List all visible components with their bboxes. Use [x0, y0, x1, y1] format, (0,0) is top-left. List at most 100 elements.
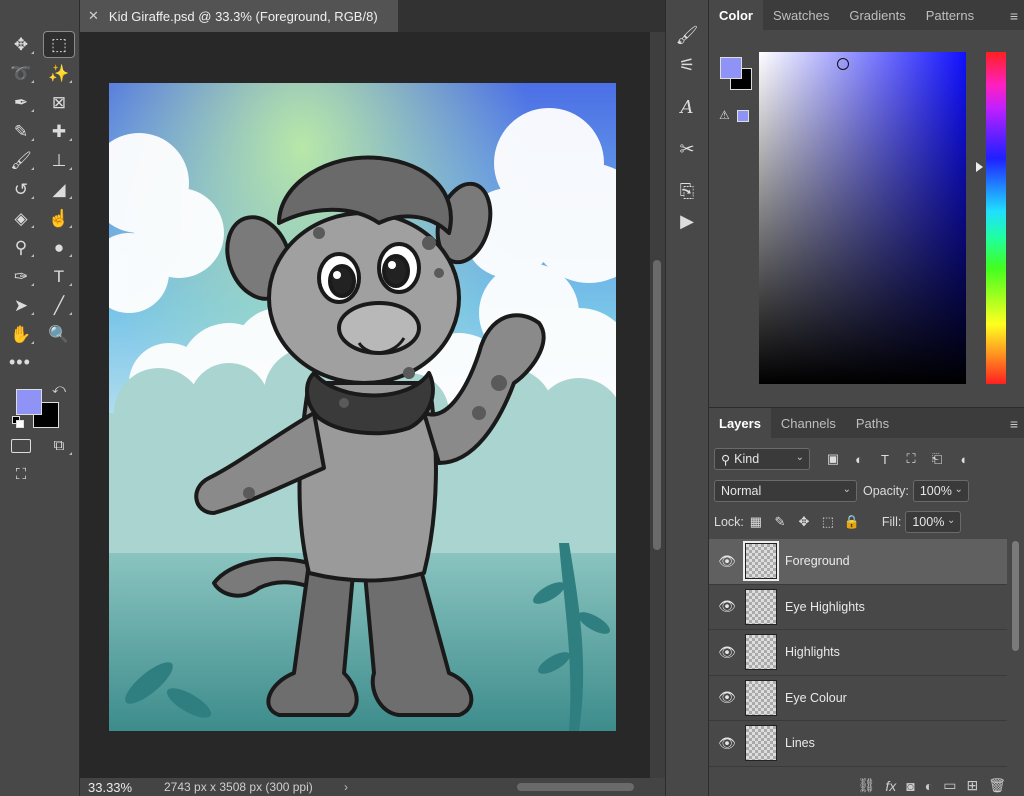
layer-row-foreground[interactable]: 👁 Foreground — [709, 539, 1007, 585]
tab-channels[interactable]: Channels — [771, 408, 846, 438]
content-credentials-button[interactable]: ⛶ — [2, 460, 40, 489]
dodge-tool[interactable]: ⚲ — [2, 233, 40, 262]
filter-pixel-icon[interactable]: ▣ — [820, 448, 846, 470]
gamut-warning-icon[interactable]: ⚠ — [719, 108, 730, 122]
layer-row-eye-highlights[interactable]: 👁 Eye Highlights — [709, 585, 1007, 630]
new-layer-icon[interactable]: ⊞ — [966, 777, 978, 794]
chevron-right-icon[interactable]: › — [344, 780, 348, 794]
vertical-scroll-thumb[interactable] — [653, 260, 661, 550]
blend-mode-dropdown[interactable]: Normal ⌄ — [714, 480, 857, 502]
character-panel-button[interactable]: A — [666, 92, 708, 122]
filter-toggle-icon[interactable]: ◖ — [950, 448, 976, 470]
color-picker-field[interactable] — [759, 52, 966, 384]
canvas-area[interactable] — [80, 32, 650, 778]
layer-thumbnail[interactable] — [745, 634, 777, 671]
new-group-icon[interactable]: ▭ — [943, 777, 956, 794]
artwork-canvas[interactable] — [109, 83, 616, 731]
smudge-tool[interactable]: ☝ — [40, 204, 78, 233]
lock-transparent-icon[interactable]: ▦ — [744, 511, 768, 533]
canvas-vertical-scrollbar[interactable] — [650, 32, 665, 778]
path-selection-tool[interactable]: ➤ — [2, 291, 40, 320]
healing-brush-tool[interactable]: ✚ — [40, 117, 78, 146]
zoom-tool[interactable]: 🔍 — [40, 320, 78, 349]
visibility-eye-icon[interactable]: 👁 — [709, 689, 745, 706]
tab-gradients[interactable]: Gradients — [839, 0, 915, 30]
visibility-eye-icon[interactable]: 👁 — [709, 598, 745, 615]
horizontal-scroll-thumb[interactable] — [517, 783, 634, 791]
layers-scrollbar[interactable] — [1010, 539, 1020, 769]
layer-name[interactable]: Highlights — [785, 645, 840, 659]
filter-smart-object-icon[interactable]: ⎗ — [924, 448, 950, 470]
layer-row-lines[interactable]: 👁 Lines — [709, 721, 1007, 767]
layer-thumbnail[interactable] — [745, 725, 777, 762]
adjustments-panel-button[interactable]: ⚟ — [666, 50, 708, 80]
burn-tool[interactable]: ● — [40, 233, 78, 262]
tab-swatches[interactable]: Swatches — [763, 0, 839, 30]
tab-patterns[interactable]: Patterns — [916, 0, 984, 30]
zoom-level-field[interactable]: 33.33% — [80, 780, 152, 795]
lock-image-icon[interactable]: ✎ — [768, 511, 792, 533]
frame-tool[interactable]: ⊠ — [40, 88, 78, 117]
layer-name[interactable]: Foreground — [785, 554, 850, 568]
pen-tool[interactable]: ✑ — [2, 262, 40, 291]
filter-kind-dropdown[interactable]: ⚲ Kind ⌄ — [714, 448, 810, 470]
lasso-tool[interactable]: ➰ — [2, 59, 40, 88]
default-colors-icon[interactable] — [12, 416, 26, 430]
layer-style-fx-icon[interactable]: fx — [885, 778, 896, 794]
document-tab[interactable]: ✕ Kid Giraffe.psd @ 33.3% (Foreground, R… — [80, 0, 398, 32]
move-tool[interactable]: ✥ — [2, 30, 40, 59]
eraser-tool[interactable]: ◢ — [40, 175, 78, 204]
brush-settings-panel-button[interactable]: 🖌 — [666, 20, 708, 50]
toolbar-grip[interactable] — [0, 0, 79, 30]
edit-toolbar-button[interactable]: ••• — [0, 349, 79, 375]
lock-artboard-icon[interactable]: ⬚ — [816, 511, 840, 533]
tab-layers[interactable]: Layers — [709, 408, 771, 438]
lock-position-icon[interactable]: ✥ — [792, 511, 816, 533]
history-brush-tool[interactable]: ↺ — [2, 175, 40, 204]
history-panel-button[interactable]: ⎘ — [666, 176, 708, 206]
magic-wand-tool[interactable]: ✨ — [40, 59, 78, 88]
panel-foreground-swatch[interactable] — [720, 57, 742, 79]
quick-mask-button[interactable] — [2, 431, 40, 460]
screen-mode-button[interactable]: ⧉ — [40, 431, 78, 460]
line-tool[interactable]: ╱ — [40, 291, 78, 320]
adjustment-layer-icon[interactable]: ◐ — [925, 778, 933, 794]
pen-nib-tool[interactable]: ✒ — [2, 88, 40, 117]
type-tool[interactable]: T — [40, 262, 78, 291]
color-picker-ring[interactable] — [837, 58, 849, 70]
filter-shape-icon[interactable]: ⛶ — [898, 448, 924, 470]
tab-paths[interactable]: Paths — [846, 408, 899, 438]
layer-row-eye-colour[interactable]: 👁 Eye Colour — [709, 676, 1007, 721]
visibility-eye-icon[interactable]: 👁 — [709, 644, 745, 661]
filter-type-icon[interactable]: T — [872, 448, 898, 470]
layer-thumbnail[interactable] — [745, 679, 777, 716]
gamut-color-chip[interactable] — [737, 110, 749, 122]
hue-slider[interactable] — [986, 52, 1006, 384]
paint-bucket-tool[interactable]: ◈ — [2, 204, 40, 233]
eyedropper-tool[interactable]: ✎ — [2, 117, 40, 146]
layers-menu-icon[interactable]: ≡ — [1010, 416, 1018, 432]
layers-scroll-thumb[interactable] — [1012, 541, 1019, 651]
clone-stamp-tool[interactable]: ⊥ — [40, 146, 78, 175]
hue-slider-marker[interactable] — [976, 162, 983, 172]
panel-menu-icon[interactable]: ≡ — [1010, 8, 1018, 24]
chevron-down-icon[interactable]: ⌄ — [954, 484, 962, 495]
hand-tool[interactable]: ✋ — [2, 320, 40, 349]
layer-name[interactable]: Eye Highlights — [785, 600, 865, 614]
add-mask-icon[interactable]: ◙ — [906, 778, 914, 794]
tab-color[interactable]: Color — [709, 0, 763, 30]
layer-thumbnail[interactable] — [743, 541, 779, 582]
delete-layer-icon[interactable]: 🗑 — [988, 777, 1006, 794]
filter-adjustment-icon[interactable]: ◐ — [846, 448, 872, 470]
chevron-down-icon[interactable]: ⌄ — [947, 515, 955, 526]
actions-panel-button[interactable]: ▶ — [666, 206, 708, 236]
fill-field[interactable]: 100% ⌄ — [905, 511, 962, 533]
layer-name[interactable]: Eye Colour — [785, 691, 847, 705]
rectangular-marquee-tool[interactable]: ⬚ — [43, 31, 75, 58]
layer-thumbnail[interactable] — [745, 588, 777, 625]
close-tab-icon[interactable]: ✕ — [88, 8, 99, 24]
swap-colors-icon[interactable]: ⤺ — [52, 381, 66, 397]
visibility-eye-icon[interactable]: 👁 — [709, 735, 745, 752]
link-layers-icon[interactable]: ⛓ — [858, 777, 876, 794]
brush-tool[interactable]: 🖌 — [2, 146, 40, 175]
